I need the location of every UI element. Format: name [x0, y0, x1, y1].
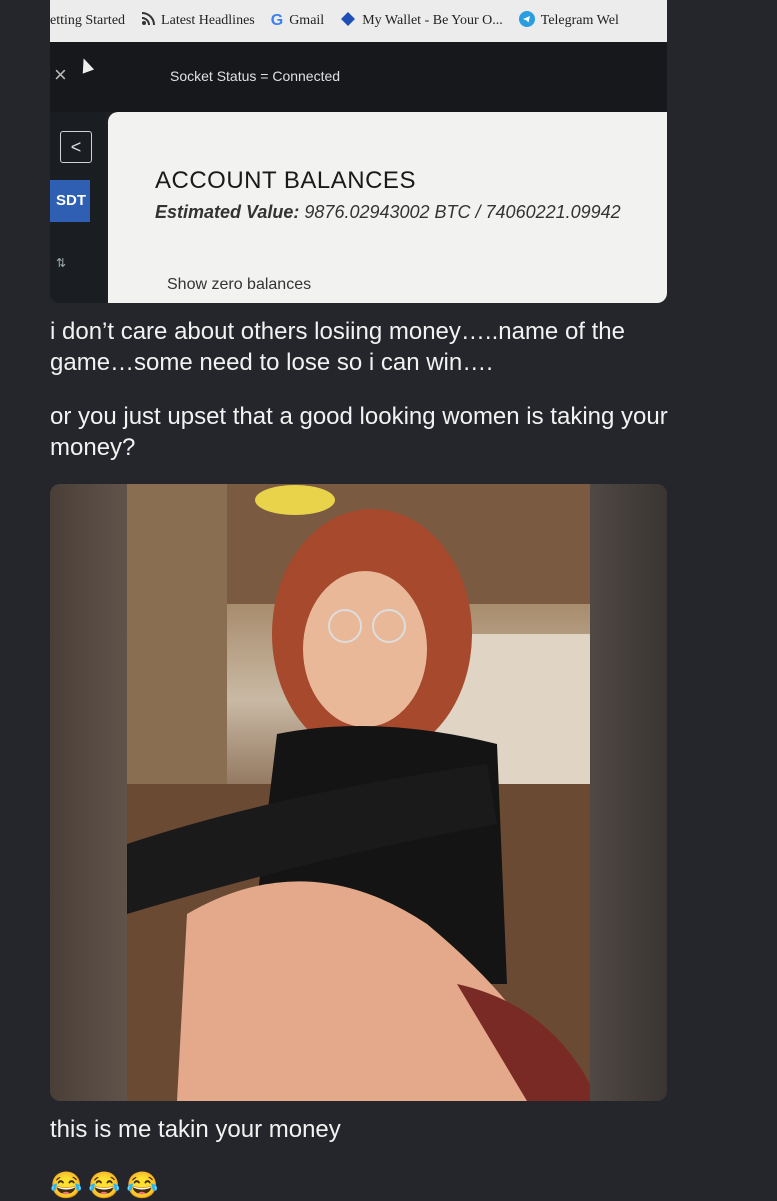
bookmark-getting-started[interactable]: etting Started — [50, 13, 125, 29]
message-text-1: i don’t care about others losiing money…… — [50, 318, 625, 376]
bookmarks-bar: etting Started Latest Headlines G Gmail M… — [50, 0, 667, 42]
account-balances-title: ACCOUNT BALANCES — [155, 167, 416, 194]
photo-image[interactable] — [50, 484, 667, 1101]
screenshot-image[interactable]: etting Started Latest Headlines G Gmail M… — [50, 0, 667, 303]
exchange-header — [50, 42, 667, 112]
socket-status: Socket Status = Connected — [170, 68, 341, 84]
diamond-icon — [340, 11, 356, 32]
message-text-3: this is me takin your money — [50, 1116, 341, 1143]
sort-icon[interactable]: ⇅ — [56, 256, 66, 270]
bookmark-gmail[interactable]: G Gmail — [271, 12, 324, 30]
laughing-emoji: 😂 — [50, 1170, 83, 1200]
bookmark-telegram[interactable]: Telegram Wel — [518, 10, 619, 32]
bookmark-latest-headlines[interactable]: Latest Headlines — [141, 11, 255, 31]
pair-tab-usdt[interactable]: SDT — [50, 180, 90, 222]
laughing-emoji: 😂 — [126, 1170, 159, 1200]
bookmark-my-wallet[interactable]: My Wallet - Be Your O... — [340, 11, 503, 32]
laughing-emoji: 😂 — [88, 1170, 121, 1200]
woman-photo-illustration — [127, 484, 590, 1101]
photo-content — [127, 484, 590, 1101]
rss-icon — [141, 11, 156, 31]
estimated-value: Estimated Value: 9876.02943002 BTC / 740… — [155, 202, 621, 222]
google-icon: G — [270, 12, 284, 29]
back-button[interactable]: < — [60, 131, 92, 163]
show-zero-balances[interactable]: Show zero balances — [167, 276, 311, 294]
message-text-2: or you just upset that a good looking wo… — [50, 403, 668, 461]
telegram-icon — [518, 10, 535, 32]
close-icon[interactable]: × — [54, 62, 67, 88]
